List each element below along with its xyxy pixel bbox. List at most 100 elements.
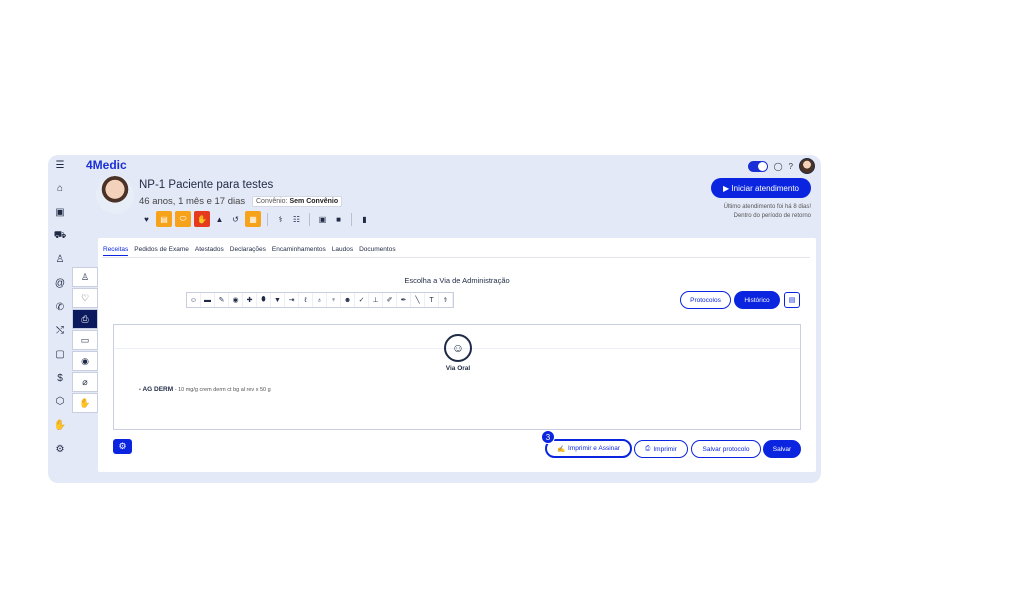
route-first-aid-icon[interactable]: ✚ [243,293,257,307]
help-icon[interactable]: ? [789,162,793,171]
route-syringe-icon[interactable]: ⇥ [285,293,299,307]
toolbar-divider [267,212,268,226]
prescription-box: ☺ Via Oral • AG DERM - 10 mg/g crem derm… [113,324,801,430]
route-injection-icon[interactable]: ⊥ [369,293,383,307]
insurance-value: Sem Convênio [289,198,339,205]
at-icon[interactable]: @ [53,276,67,290]
calendar-check-icon[interactable]: ▣ [316,213,329,226]
vitals-icon[interactable]: ♥ [140,213,153,226]
route-capsule-icon[interactable]: ⬮ [257,293,271,307]
video-icon[interactable]: ■ [332,213,345,226]
route-face-icon[interactable]: ☻ [341,293,355,307]
document-icon[interactable]: ▤ [784,292,800,308]
print-button[interactable]: ⎙ Imprimir [634,440,688,458]
pill-alert-icon[interactable]: ⬭ [175,211,191,227]
tab-laudos[interactable]: Laudos [332,246,353,256]
top-right-tools: ◯ ? [747,158,815,174]
hand-heart-icon[interactable]: ✋ [72,393,98,413]
hand-icon[interactable]: ✋ [53,418,67,432]
route-stethoscope-icon[interactable]: ⚕ [439,293,453,307]
patient-name: NP-1 Paciente para testes [139,179,274,191]
route-needle-icon[interactable]: ╲ [411,293,425,307]
route-pen-icon[interactable]: ✎ [215,293,229,307]
route-spray-icon[interactable]: ✒ [397,293,411,307]
prescription-item[interactable]: • AG DERM - 10 mg/g crem derm ct bg al r… [139,386,271,393]
chat-icon[interactable]: ◯ [774,162,783,171]
route-selector: ☺ ▬ ✎ ◉ ✚ ⬮ ▼ ⇥ ℓ ♁ ♆ ☻ ✓ ⊥ ✐ ✒ ╲ T ⚕ [186,292,454,308]
route-dropper-icon[interactable]: ♆ [327,293,341,307]
patient-icon[interactable]: ♙ [72,267,98,287]
last-visit-info: Último atendimento foi há 8 dias! Dentro… [724,203,811,221]
print-and-sign-button[interactable]: ✍ Imprimir e Assinar [545,439,632,458]
patient-avatar [96,176,134,214]
route-funnel-icon[interactable]: ▼ [271,293,285,307]
print-and-sign-label: Imprimir e Assinar [568,445,621,452]
user-avatar[interactable] [799,158,815,174]
drug-detail: - 10 mg/g crem derm ct bg al rev x 50 g [174,387,271,393]
drug-name: AG DERM [142,386,174,393]
start-appointment-button[interactable]: ▶ Iniciar atendimento [711,178,811,198]
route-inhaler-icon[interactable]: ✓ [355,293,369,307]
last-visit-text: Último atendimento foi há 8 dias! [723,204,811,210]
stethoscope-icon[interactable]: ⚕ [274,213,287,226]
car-icon[interactable]: ⛟ [53,229,67,243]
left-nav: ☰ ⌂ ▣ ⛟ ♙ @ ✆ ⤭ ▢ $ ⬡ ✋ ⚙ [48,155,72,483]
save-protocol-button[interactable]: Salvar protocolo [691,440,761,458]
heartbeat-icon[interactable]: ♡ [72,288,98,308]
home-icon[interactable]: ⌂ [53,181,67,195]
user-icon[interactable]: ♙ [53,252,67,266]
gear-icon[interactable]: ⚙ [113,439,132,454]
tab-declaracoes[interactable]: Declarações [230,246,266,256]
route-choice-title: Escolha a Via de Administração [404,276,510,285]
save-button[interactable]: Salvar [763,440,801,458]
menu-icon[interactable]: ☰ [53,158,67,172]
route-ear-icon[interactable]: ℓ [299,293,313,307]
allergy-hand-icon[interactable]: ✋ [194,211,210,227]
document-tabs: Receitas Pedidos de Exame Atestados Decl… [103,246,396,256]
mode-toggle[interactable] [747,160,768,172]
tab-encaminhamentos[interactable]: Encaminhamentos [272,246,326,256]
route-eye-icon[interactable]: ◉ [229,293,243,307]
patient-alerts-toolbar: ♥ ▤ ⬭ ✋ ▲ ↺ ▦ ⚕ ☷ ▣ ■ ▮ [140,211,371,227]
app-logo: 4Medic [86,158,127,172]
history-icon[interactable]: ↺ [229,213,242,226]
settings-icon[interactable]: ⚙ [53,442,67,456]
printer-icon[interactable]: ⎙ [72,309,98,329]
camera-icon[interactable]: ◉ [72,351,98,371]
calendar-icon[interactable]: ▣ [53,205,67,219]
step-badge: 3 [541,430,555,444]
tab-documentos[interactable]: Documentos [359,246,396,256]
tab-atestados[interactable]: Atestados [195,246,224,256]
printer-icon: ⎙ [645,445,651,452]
route-patch-icon[interactable]: ✐ [383,293,397,307]
insurance-label: Convênio: [256,198,288,205]
selected-route-label: Via Oral [445,365,471,372]
clipboard-icon[interactable]: ▢ [53,347,67,361]
insurance-badge: Convênio: Sem Convênio [252,196,343,207]
phone-icon[interactable]: ✆ [53,300,67,314]
shuffle-icon[interactable]: ⤭ [53,323,67,337]
prescription-panel: Receitas Pedidos de Exame Atestados Decl… [98,238,816,472]
protocols-button[interactable]: Protocolos [680,291,731,309]
list-icon[interactable]: ☷ [290,213,303,226]
route-text-icon[interactable]: T [425,293,439,307]
folder-icon[interactable]: ▭ [72,330,98,350]
route-tablet-icon[interactable]: ▬ [201,293,215,307]
paperclip-icon[interactable]: ⌀ [72,372,98,392]
route-oral-icon[interactable]: ☺ [187,293,201,307]
book-icon[interactable]: ▮ [358,213,371,226]
signature-icon: ✍ [556,445,566,453]
route-bottle-icon[interactable]: ♁ [313,293,327,307]
warning-icon[interactable]: ▲ [213,213,226,226]
history-button[interactable]: Histórico [734,291,780,309]
tabs-divider [102,257,810,258]
grid-alert-icon[interactable]: ▦ [245,211,261,227]
calendar-alert-icon[interactable]: ▤ [156,211,172,227]
app-frame: ☰ ⌂ ▣ ⛟ ♙ @ ✆ ⤭ ▢ $ ⬡ ✋ ⚙ 4Medic NP-1 Pa… [48,155,821,483]
toolbar-divider [351,212,352,226]
dollar-icon[interactable]: $ [53,371,67,385]
tab-receitas[interactable]: Receitas [103,246,129,256]
cube-icon[interactable]: ⬡ [53,394,67,408]
tab-pedidos-exame[interactable]: Pedidos de Exame [134,246,189,256]
oral-route-icon: ☺ [444,334,472,362]
